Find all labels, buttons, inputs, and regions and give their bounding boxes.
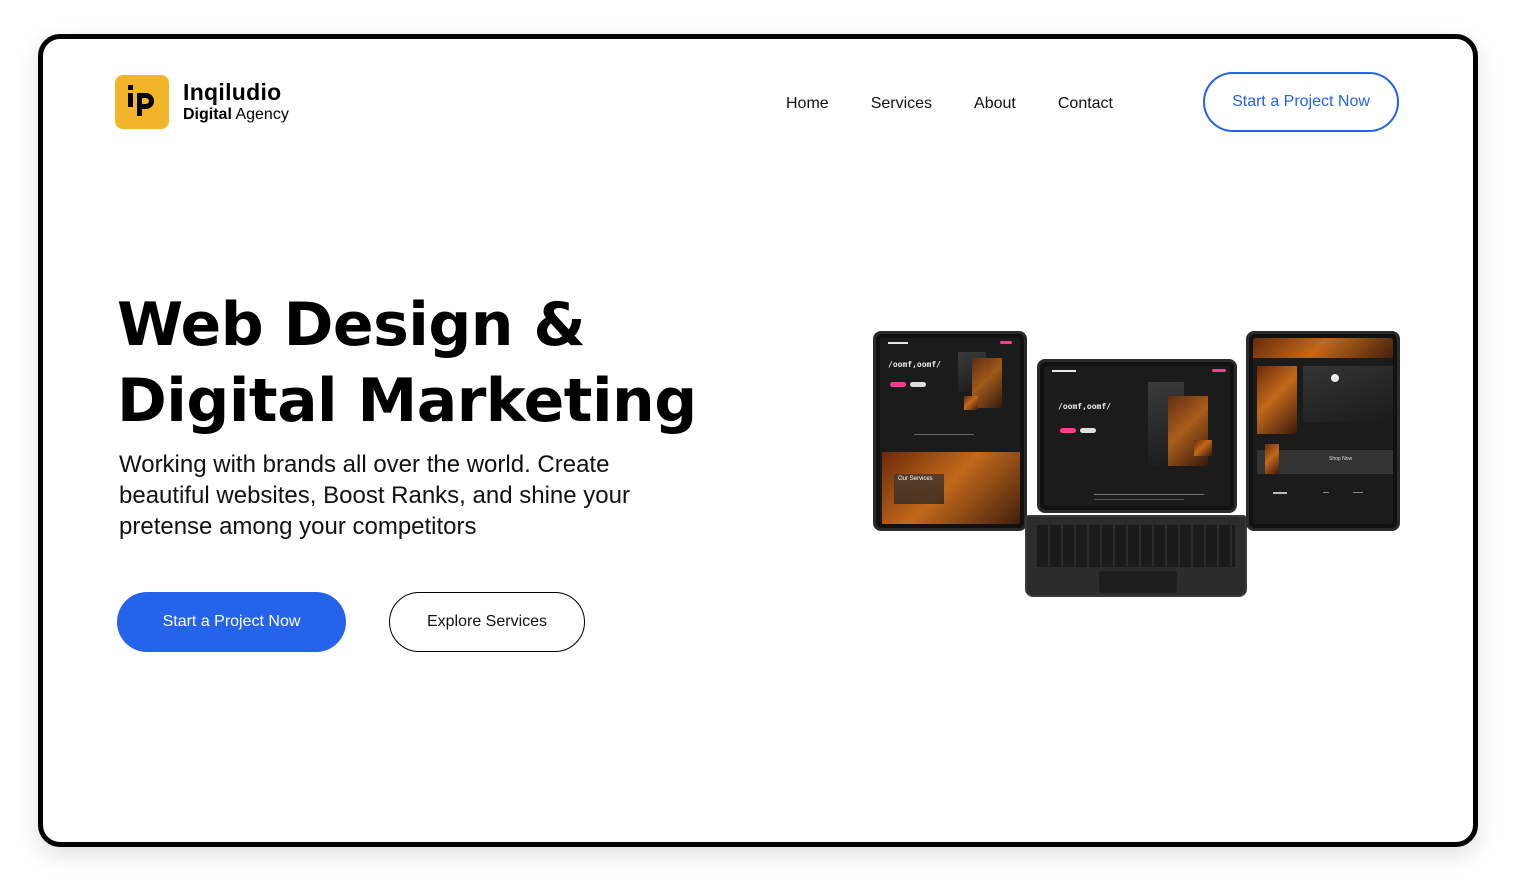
device-mockup-image: /oomf,oomf/ Our Services /oomf,oomf/ Sho… bbox=[873, 331, 1403, 601]
start-project-button[interactable]: Start a Project Now bbox=[117, 592, 346, 652]
hero-subtext: Working with brands all over the world. … bbox=[119, 451, 630, 540]
keyboard bbox=[1025, 515, 1247, 597]
hero-headline: Web Design & Digital Marketing bbox=[117, 287, 697, 439]
hero-headline-line1: Web Design & bbox=[117, 290, 586, 360]
header-start-project-button[interactable]: Start a Project Now bbox=[1203, 72, 1399, 132]
brand-tagline: Digital Agency bbox=[183, 105, 289, 125]
tablet-center: /oomf,oomf/ bbox=[1037, 359, 1237, 513]
brand-tagline-bold: Digital bbox=[183, 106, 232, 123]
explore-services-button[interactable]: Explore Services bbox=[389, 592, 585, 652]
tablet-right: Shop Now bbox=[1246, 331, 1400, 531]
logo[interactable]: Inqiludio Digital Agency bbox=[115, 75, 289, 129]
mockup-left-title: /oomf,oomf/ bbox=[888, 360, 941, 369]
mockup-left-section: Our Services bbox=[898, 476, 933, 482]
logo-glyph-icon bbox=[128, 85, 154, 116]
hero-headline-line2: Digital Marketing bbox=[117, 366, 697, 436]
nav-services[interactable]: Services bbox=[871, 95, 932, 113]
mockup-right-section: Shop Now bbox=[1329, 456, 1353, 462]
brand-name: Inqiludio bbox=[183, 79, 282, 105]
browser-frame: Inqiludio Digital Agency Home Services A… bbox=[38, 34, 1478, 847]
nav-about[interactable]: About bbox=[974, 95, 1016, 113]
brand-tagline-rest: Agency bbox=[231, 106, 289, 123]
logo-mark-icon bbox=[115, 75, 169, 129]
mockup-center-title: /oomf,oomf/ bbox=[1058, 402, 1111, 411]
nav-contact[interactable]: Contact bbox=[1058, 95, 1113, 113]
main-nav: Home Services About Contact bbox=[786, 95, 1113, 113]
tablet-left: /oomf,oomf/ Our Services bbox=[873, 331, 1027, 531]
nav-home[interactable]: Home bbox=[786, 95, 829, 113]
logo-text: Inqiludio Digital Agency bbox=[183, 79, 289, 125]
